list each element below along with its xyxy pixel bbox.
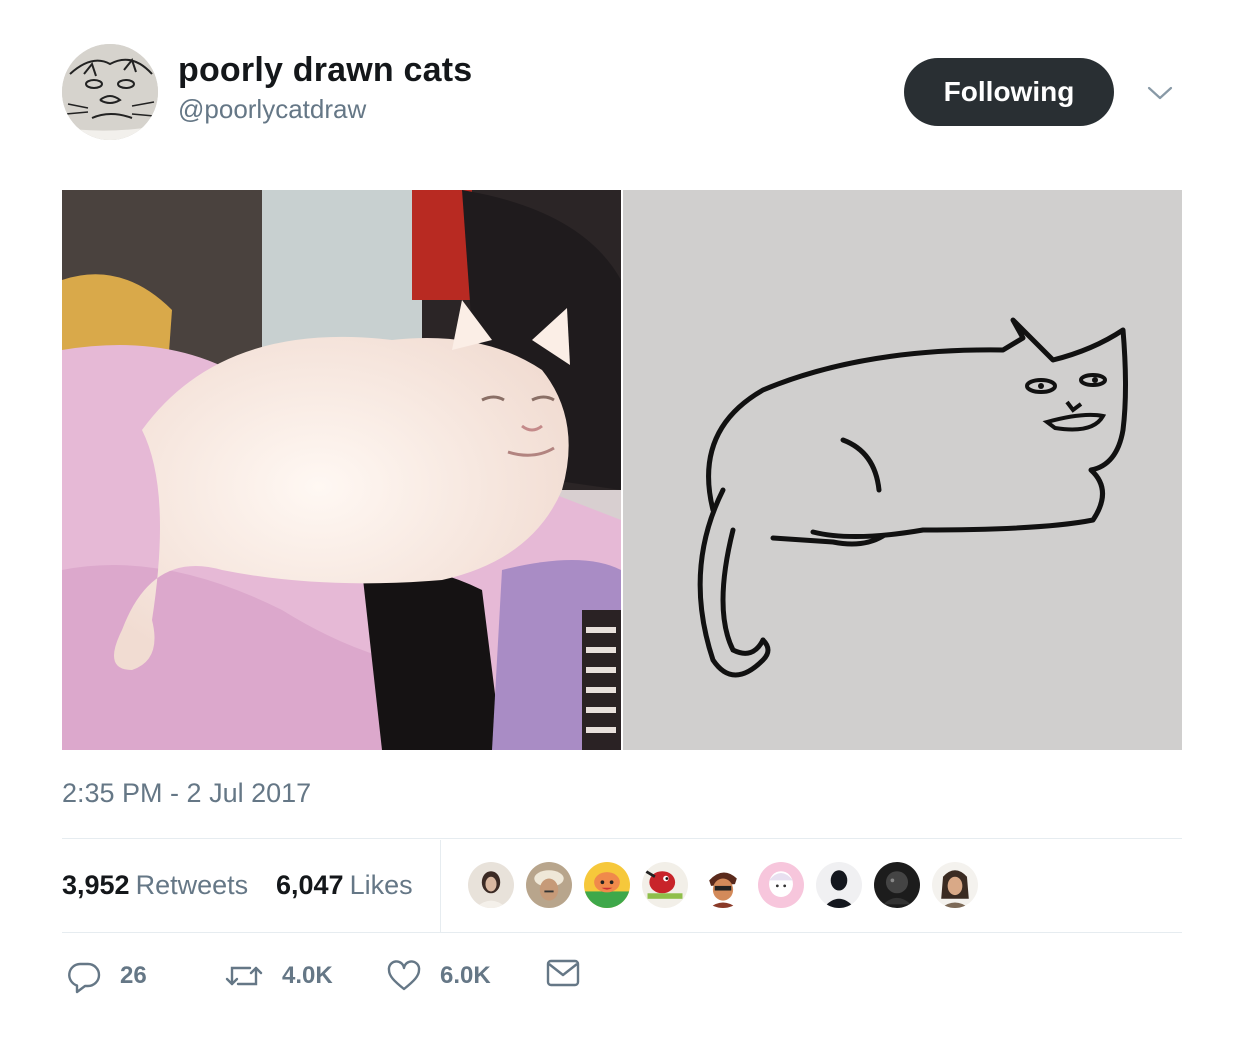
white-cat-photo[interactable] [62, 190, 621, 750]
retweets-count: 3,952 [62, 870, 130, 900]
heart-icon [386, 958, 422, 994]
likes-stat[interactable]: 6,047 Likes [276, 870, 413, 901]
liker-avatar-3[interactable] [582, 860, 632, 910]
author-names: poorly drawn cats @poorlycatdraw [178, 50, 472, 126]
direct-message-button[interactable] [546, 958, 580, 988]
liker-avatar-9[interactable] [930, 860, 980, 910]
tweet-actions: 26 4.0K 6.0K [62, 952, 1182, 1004]
cat-line-drawing[interactable] [623, 190, 1182, 750]
retweet-button[interactable]: 4.0K [224, 958, 333, 994]
tweet-stats: 3,952 Retweets 6,047 Likes [62, 840, 1182, 932]
tweet: poorly drawn cats @poorlycatdraw Followi… [62, 0, 1182, 1052]
following-button[interactable]: Following [904, 58, 1114, 126]
cat-sketch-avatar-icon [62, 44, 158, 140]
like-button[interactable]: 6.0K [386, 958, 491, 994]
liker-avatar-5[interactable] [698, 860, 748, 910]
liker-avatar-2[interactable] [524, 860, 574, 910]
retweets-stat[interactable]: 3,952 Retweets [62, 870, 248, 901]
stats-top-divider [62, 838, 1182, 839]
retweets-label: Retweets [135, 870, 249, 900]
retweet-count: 4.0K [282, 962, 333, 989]
stats-bottom-divider [62, 932, 1182, 933]
envelope-icon [546, 958, 580, 988]
author-avatar[interactable] [62, 44, 158, 140]
likes-label: Likes [349, 870, 413, 900]
retweet-icon [224, 958, 264, 994]
likes-count: 6,047 [276, 870, 344, 900]
reply-count: 26 [120, 962, 147, 989]
tweet-media [62, 190, 1182, 750]
chevron-down-icon[interactable] [1140, 78, 1180, 108]
liker-avatar-1[interactable] [466, 860, 516, 910]
like-count: 6.0K [440, 962, 491, 989]
stats-vertical-divider [440, 840, 441, 932]
liker-avatar-7[interactable] [814, 860, 864, 910]
liker-avatar-8[interactable] [872, 860, 922, 910]
reply-icon [66, 958, 102, 994]
tweet-timestamp[interactable]: 2:35 PM - 2 Jul 2017 [62, 778, 311, 809]
author-display-name[interactable]: poorly drawn cats [178, 50, 472, 90]
tweet-header: poorly drawn cats @poorlycatdraw Followi… [62, 44, 1182, 144]
liker-avatar-4[interactable] [640, 860, 690, 910]
reply-button[interactable]: 26 [66, 958, 147, 994]
author-handle[interactable]: @poorlycatdraw [178, 92, 472, 126]
liker-avatar-6[interactable] [756, 860, 806, 910]
